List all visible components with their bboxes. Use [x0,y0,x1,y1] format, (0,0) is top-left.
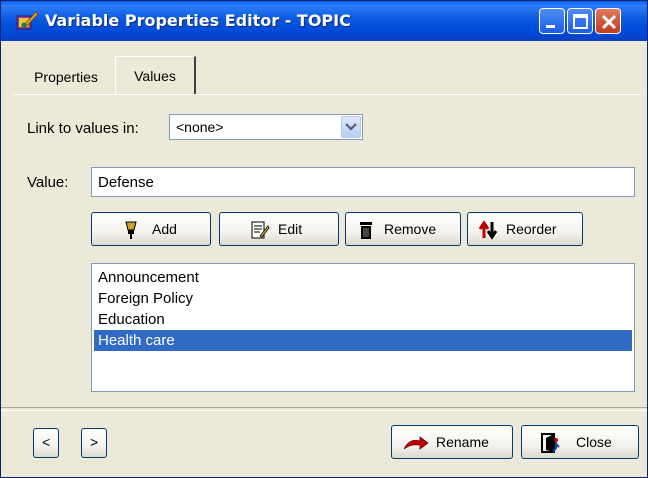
trash-icon [356,220,376,243]
list-item[interactable]: Announcement [94,267,632,288]
reorder-button[interactable]: Reorder [467,212,583,246]
close-icon [601,14,617,30]
maximize-icon [573,14,588,29]
list-item-selected[interactable]: Health care [94,330,632,351]
close-window-button[interactable] [595,8,621,34]
list-item[interactable]: Education [94,309,632,330]
dropdown-button[interactable] [341,116,361,138]
pen-add-icon [122,220,142,243]
value-label: Value: [27,174,69,191]
close-button[interactable]: Close [521,425,639,459]
rename-button[interactable]: Rename [391,425,513,459]
link-values-dropdown[interactable]: <none> [169,114,363,140]
close-button-label: Close [576,434,612,450]
reorder-arrows-icon [478,220,498,243]
footer-separator [1,407,647,411]
minimize-button[interactable] [539,8,565,34]
window-title: Variable Properties Editor - TOPIC [45,11,351,30]
edit-button-label: Edit [278,221,303,237]
previous-button[interactable]: < [33,428,59,458]
values-listbox[interactable]: Announcement Foreign Policy Education He… [91,263,635,392]
previous-arrow: < [42,434,51,450]
rename-button-label: Rename [436,434,489,450]
link-values-selected: <none> [176,119,224,135]
paint-brush-icon [15,10,39,32]
remove-button-label: Remove [384,221,437,237]
red-arrow-icon [402,435,430,454]
edit-document-icon [250,220,270,243]
remove-button[interactable]: Remove [345,212,461,246]
tab-values[interactable]: Values [115,56,196,95]
chevron-down-icon [345,123,357,131]
value-input[interactable] [91,167,635,197]
next-button[interactable]: > [81,428,107,458]
add-button-label: Add [152,221,177,237]
door-exit-icon [540,432,560,457]
title-bar[interactable]: Variable Properties Editor - TOPIC [1,1,647,41]
add-button[interactable]: Add [91,212,211,246]
dialog-window: Variable Properties Editor - TOPIC Prope… [0,0,648,478]
maximize-button[interactable] [567,8,593,34]
link-label: Link to values in: [27,120,139,137]
list-item[interactable]: Foreign Policy [94,288,632,309]
minimize-icon [546,25,555,28]
next-arrow: > [90,434,99,450]
edit-button[interactable]: Edit [219,212,339,246]
reorder-button-label: Reorder [506,221,557,237]
tab-properties[interactable]: Properties [17,60,115,94]
